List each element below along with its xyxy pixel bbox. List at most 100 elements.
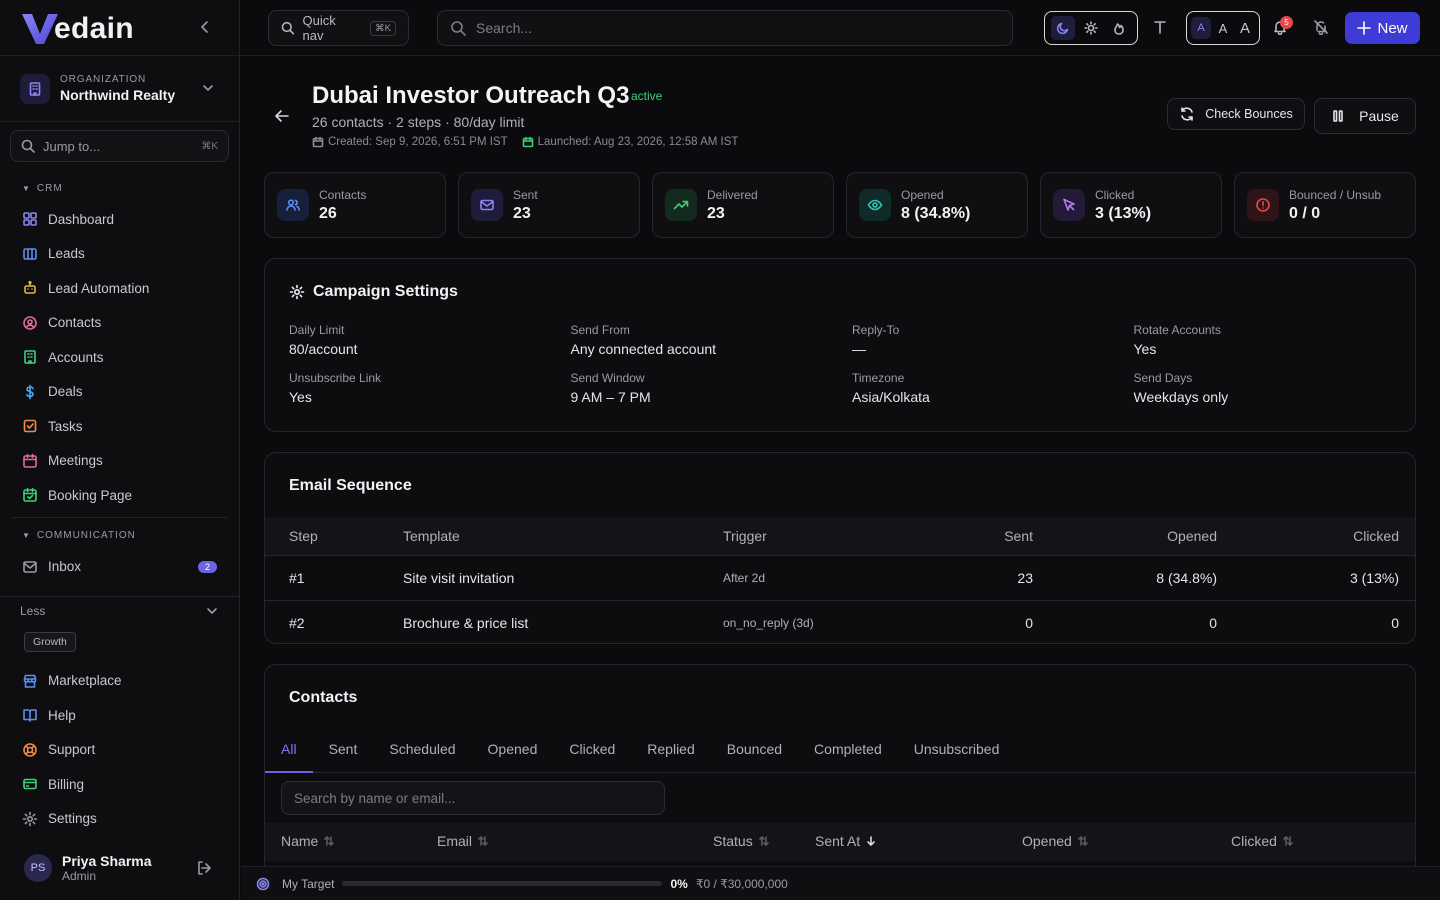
stat-value: 26 bbox=[319, 204, 337, 222]
tab-sent[interactable]: Sent bbox=[313, 735, 374, 773]
contacts-search-input[interactable] bbox=[281, 781, 665, 815]
sidebar-item-booking-page[interactable]: Booking Page bbox=[0, 478, 239, 513]
crm-section-toggle[interactable]: ▼ CRM bbox=[0, 174, 239, 202]
font-icon[interactable] bbox=[1152, 19, 1168, 35]
back-arrow-icon[interactable] bbox=[274, 108, 290, 124]
settings-title: Campaign Settings bbox=[289, 283, 458, 301]
tab-all[interactable]: All bbox=[265, 735, 313, 773]
column-header: Trigger bbox=[699, 517, 889, 556]
sidebar-item-accounts[interactable]: Accounts bbox=[0, 340, 239, 375]
mail-icon bbox=[471, 189, 503, 221]
contacts-panel: Contacts All Sent Scheduled Opened Clicked Re… bbox=[264, 664, 1416, 900]
column-header: Sent bbox=[889, 517, 1049, 556]
new-button[interactable]: New bbox=[1345, 12, 1420, 44]
stat-label: Clicked bbox=[1095, 187, 1135, 202]
sidebar-item-label: Accounts bbox=[48, 349, 104, 365]
sort-header-opened[interactable]: Opened bbox=[1022, 833, 1089, 849]
sidebar-item-contacts[interactable]: Contacts bbox=[0, 306, 239, 341]
settings-grid: Daily Limit 80/account Send From Any connec… bbox=[289, 323, 1409, 405]
stat-value: 8 (34.8%) bbox=[901, 204, 971, 222]
contacts-title: Contacts bbox=[289, 689, 358, 706]
columns-icon bbox=[22, 246, 38, 262]
caret-down-icon: ▼ bbox=[22, 531, 31, 540]
org-name: Northwind Realty bbox=[60, 87, 176, 103]
text-size-small[interactable]: A bbox=[1191, 17, 1211, 39]
plan-badge: Growth bbox=[24, 631, 76, 652]
setting-unsubscribe-link: Unsubscribe Link Yes bbox=[289, 371, 571, 405]
sidebar-item-marketplace[interactable]: Marketplace bbox=[0, 664, 239, 699]
user-profile[interactable]: PS Priya Sharma Admin bbox=[0, 836, 240, 900]
setting-value: Asia/Kolkata bbox=[852, 389, 930, 405]
target-amount: ₹0 / ₹30,000,000 bbox=[695, 876, 788, 891]
less-toggle[interactable]: Less bbox=[0, 595, 239, 626]
jump-to-input[interactable]: Jump to... ⌘K bbox=[10, 130, 229, 162]
moon-icon[interactable] bbox=[1051, 16, 1075, 40]
email-sequence-panel: Email Sequence Step Template Trigger Sent Op… bbox=[264, 452, 1416, 644]
cell-trigger: After 2d bbox=[699, 555, 889, 601]
sidebar-item-leads[interactable]: Leads bbox=[0, 237, 239, 272]
tab-opened[interactable]: Opened bbox=[472, 735, 554, 773]
sort-header-status[interactable]: Status bbox=[713, 833, 770, 849]
sidebar-item-label: Inbox bbox=[48, 559, 82, 575]
tab-bounced[interactable]: Bounced bbox=[711, 735, 798, 773]
created-date: Created: Sep 9, 2026, 6:51 PM IST bbox=[328, 136, 508, 148]
column-header: Template bbox=[379, 517, 699, 556]
communication-section-toggle[interactable]: ▼ COMMUNICATION bbox=[0, 522, 239, 550]
campaign-meta: Created: Sep 9, 2026, 6:51 PM IST Launch… bbox=[312, 136, 738, 148]
text-size-medium[interactable]: A bbox=[1213, 21, 1233, 36]
quick-nav-button[interactable]: Quick nav ⌘K bbox=[268, 10, 409, 46]
sidebar-item-inbox[interactable]: Inbox 2 bbox=[0, 550, 239, 585]
sort-header-sent-at[interactable]: Sent At bbox=[815, 833, 877, 849]
brand-logo[interactable]: edain bbox=[20, 10, 134, 46]
sidebar-item-lead-automation[interactable]: Lead Automation bbox=[0, 271, 239, 306]
pause-button[interactable]: Pause bbox=[1314, 98, 1416, 134]
flame-icon[interactable] bbox=[1107, 16, 1131, 40]
setting-value: 80/account bbox=[289, 341, 358, 357]
text-size-large[interactable]: A bbox=[1235, 20, 1255, 37]
sidebar-item-dashboard[interactable]: Dashboard bbox=[0, 202, 239, 237]
logout-icon[interactable] bbox=[196, 860, 212, 876]
table-row[interactable]: #2 Brochure & price list on_no_reply (3d) 0… bbox=[265, 600, 1415, 645]
sequence-table: Step Template Trigger Sent Opened Clicked #1 S… bbox=[265, 517, 1415, 645]
collapse-sidebar-icon[interactable] bbox=[197, 19, 213, 35]
sidebar-item-settings[interactable]: Settings bbox=[0, 802, 239, 837]
sidebar-item-deals[interactable]: Deals bbox=[0, 375, 239, 410]
sidebar-item-help[interactable]: Help bbox=[0, 698, 239, 733]
table-row[interactable]: #1 Site visit invitation After 2d 23 8 (34.8… bbox=[265, 555, 1415, 601]
org-switcher[interactable]: ORGANIZATION Northwind Realty bbox=[0, 56, 239, 122]
tab-completed[interactable]: Completed bbox=[798, 735, 898, 773]
user-name: Priya Sharma bbox=[62, 853, 152, 869]
text-size-switcher: A A A bbox=[1186, 11, 1260, 45]
sidebar-item-billing[interactable]: Billing bbox=[0, 767, 239, 802]
setting-send-window: Send Window 9 AM – 7 PM bbox=[571, 371, 853, 405]
building-icon bbox=[20, 73, 50, 104]
sort-header-email[interactable]: Email bbox=[437, 833, 489, 849]
tab-replied[interactable]: Replied bbox=[631, 735, 710, 773]
store-icon bbox=[22, 673, 38, 689]
check-bounces-button[interactable]: Check Bounces bbox=[1167, 98, 1305, 130]
sequence-title: Email Sequence bbox=[289, 477, 412, 494]
sidebar-item-meetings[interactable]: Meetings bbox=[0, 444, 239, 479]
cell-opened: 0 bbox=[1209, 614, 1217, 631]
sun-icon[interactable] bbox=[1079, 16, 1103, 40]
sort-header-clicked[interactable]: Clicked bbox=[1231, 833, 1294, 849]
global-search-input[interactable]: Search... bbox=[437, 10, 1013, 46]
stat-label: Bounced / Unsub bbox=[1289, 187, 1382, 202]
sidebar-item-label: Booking Page bbox=[48, 487, 133, 503]
sidebar-item-label: Billing bbox=[48, 776, 85, 792]
setting-daily-limit: Daily Limit 80/account bbox=[289, 323, 571, 357]
stat-card-bounced-unsub: Bounced / Unsub 0 / 0 bbox=[1234, 172, 1416, 238]
setting-timezone: Timezone Asia/Kolkata bbox=[852, 371, 1134, 405]
tab-unsubscribed[interactable]: Unsubscribed bbox=[898, 735, 1016, 773]
tab-clicked[interactable]: Clicked bbox=[553, 735, 631, 773]
sidebar-item-support[interactable]: Support bbox=[0, 733, 239, 768]
sort-icon bbox=[478, 836, 488, 846]
sort-header-name[interactable]: Name bbox=[281, 833, 335, 849]
gear-icon bbox=[22, 811, 38, 827]
tab-scheduled[interactable]: Scheduled bbox=[373, 735, 471, 773]
sidebar-item-tasks[interactable]: Tasks bbox=[0, 409, 239, 444]
stat-label: Sent bbox=[513, 187, 538, 202]
bell-off-icon[interactable] bbox=[1313, 19, 1329, 35]
setting-value: 9 AM – 7 PM bbox=[570, 389, 651, 405]
dashboard-icon bbox=[22, 211, 38, 227]
